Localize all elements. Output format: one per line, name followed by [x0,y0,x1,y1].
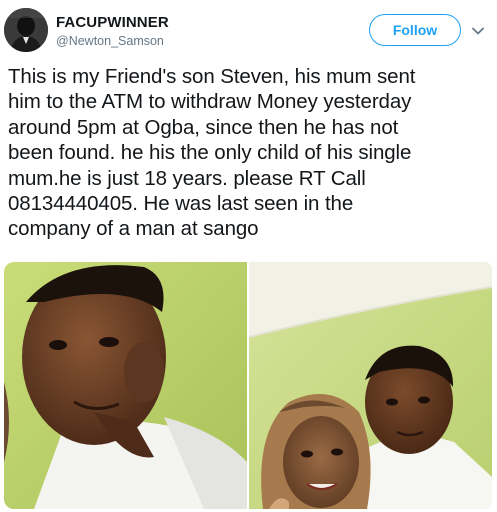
user-names: FACUPWINNER @Newton_Samson [56,14,169,48]
tweet-text: This is my Friend's son Steven, his mum … [8,65,416,241]
user-handle[interactable]: @Newton_Samson [56,34,169,48]
avatar[interactable] [4,8,48,52]
display-name[interactable]: FACUPWINNER [56,14,169,31]
media-grid [4,262,493,509]
chevron-down-icon[interactable] [471,24,485,38]
photo-boy-with-woman[interactable] [249,262,492,509]
tweet-card: FACUPWINNER @Newton_Samson Follow This i… [0,0,497,512]
tweet-header: FACUPWINNER @Newton_Samson Follow [4,6,493,54]
follow-button[interactable]: Follow [369,14,461,46]
photo-boy-selfie[interactable] [4,262,247,509]
